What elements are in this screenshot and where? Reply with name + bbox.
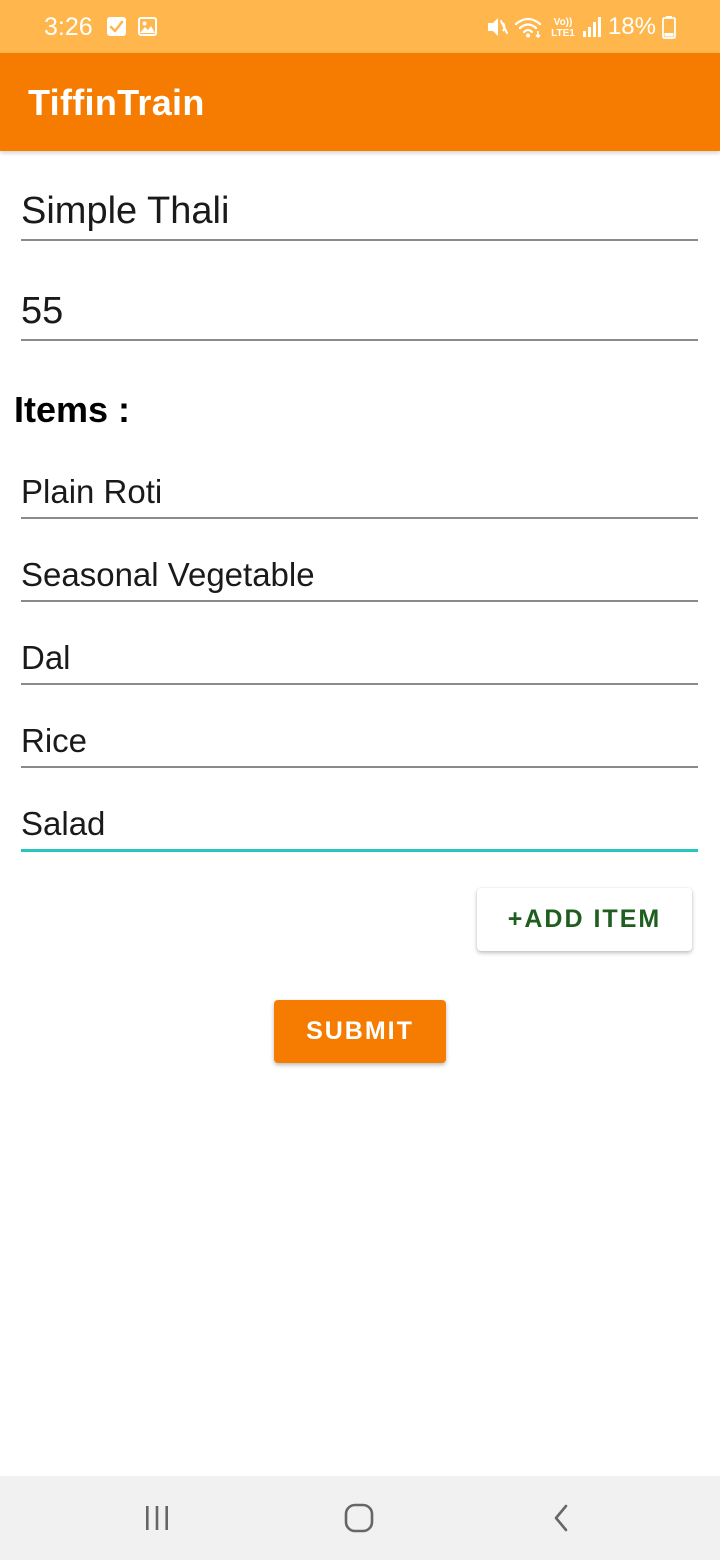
back-button[interactable]	[531, 1492, 591, 1544]
image-notification-icon	[138, 17, 157, 36]
add-item-button[interactable]: +ADD ITEM	[477, 888, 692, 951]
battery-percent: 18%	[607, 13, 656, 40]
item-input-5[interactable]	[21, 799, 698, 849]
thali-name-field[interactable]	[21, 183, 698, 241]
signal-icon	[582, 17, 601, 37]
mute-icon	[487, 18, 508, 36]
item-input-4[interactable]	[21, 716, 698, 766]
item-input-2[interactable]	[21, 550, 698, 600]
item-field[interactable]	[21, 633, 698, 685]
svg-text:LTE1: LTE1	[551, 28, 575, 39]
item-field[interactable]	[21, 550, 698, 602]
home-icon	[344, 1503, 374, 1533]
price-input[interactable]	[21, 283, 698, 339]
status-right-group: Vo)) LTE1 18%	[486, 12, 676, 42]
recents-icon	[146, 1506, 168, 1530]
item-input-1[interactable]	[21, 467, 698, 517]
item-field[interactable]	[21, 467, 698, 519]
submit-button[interactable]: SUBMIT	[274, 1000, 446, 1063]
svg-text:Vo)): Vo))	[554, 17, 573, 28]
item-field-focused[interactable]	[21, 799, 698, 852]
price-field[interactable]	[21, 283, 698, 341]
item-input-3[interactable]	[21, 633, 698, 683]
back-icon	[554, 1504, 568, 1532]
volte-icon: Vo)) LTE1	[551, 17, 575, 39]
recents-button[interactable]	[127, 1492, 187, 1544]
app-title: TiffinTrain	[28, 82, 205, 123]
navigation-bar	[0, 1476, 720, 1560]
item-field[interactable]	[21, 716, 698, 768]
home-button[interactable]	[329, 1492, 389, 1544]
wifi-icon	[514, 17, 542, 39]
thali-name-input[interactable]	[21, 183, 698, 239]
status-bar: 3:26 Vo)) LTE1 18%	[0, 0, 720, 53]
items-label: Items :	[14, 389, 131, 430]
battery-icon	[662, 16, 676, 39]
app-bar: TiffinTrain	[0, 53, 720, 151]
check-notification-icon	[107, 17, 126, 36]
status-time: 3:26	[44, 13, 93, 41]
